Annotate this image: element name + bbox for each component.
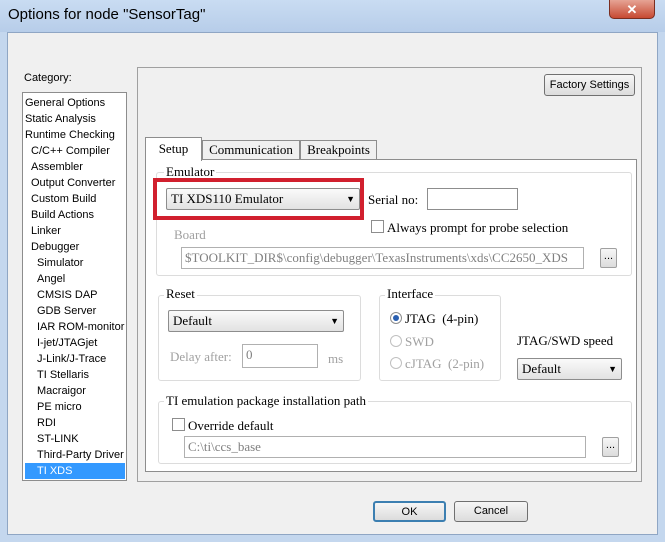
category-item-selected[interactable]: TI XDS <box>25 463 125 479</box>
reset-select[interactable]: Default ▼ <box>168 310 344 332</box>
category-item[interactable]: PE micro <box>37 399 82 415</box>
jtag-swd-speed-select[interactable]: Default ▼ <box>517 358 622 380</box>
category-item[interactable]: Custom Build <box>31 191 96 207</box>
category-item[interactable]: Simulator <box>37 255 83 271</box>
interface-radio-jtag[interactable] <box>390 312 402 324</box>
interface-group-label: Interface <box>385 286 436 302</box>
category-label: Category: <box>24 72 72 84</box>
interface-radio-cjtag[interactable] <box>390 357 402 369</box>
interface-option-cjtag: cJTAG (2-pin) <box>405 356 485 371</box>
board-path-input[interactable]: $TOOLKIT_DIR$\config\debugger\TexasInstr… <box>181 247 584 269</box>
category-item[interactable]: Linker <box>31 223 61 239</box>
ti-emulation-path-input[interactable]: C:\ti\ccs_base <box>184 436 586 458</box>
speed-select-value: Default <box>522 361 561 376</box>
category-item[interactable]: I-jet/JTAGjet <box>37 335 97 351</box>
category-item[interactable]: Assembler <box>31 159 83 175</box>
category-item[interactable]: RDI <box>37 415 56 431</box>
always-prompt-checkbox[interactable] <box>371 220 384 233</box>
category-item[interactable]: CMSIS DAP <box>37 287 98 303</box>
window-title: Options for node "SensorTag" <box>8 6 206 23</box>
category-item[interactable]: ST-LINK <box>37 431 79 447</box>
tab-setup[interactable]: Setup <box>145 137 202 161</box>
emulator-highlight-box <box>153 178 364 220</box>
reset-select-value: Default <box>173 313 212 328</box>
serial-no-label: Serial no: <box>368 192 419 207</box>
category-list[interactable]: General Options Static Analysis Runtime … <box>22 92 127 481</box>
interface-option-swd: SWD <box>405 334 434 349</box>
interface-option-jtag: JTAG (4-pin) <box>405 311 479 326</box>
category-item[interactable]: Static Analysis <box>25 111 96 127</box>
category-item[interactable]: Output Converter <box>31 175 115 191</box>
delay-after-label: Delay after: <box>170 349 232 364</box>
options-dialog: Options for node "SensorTag" ✕ Category:… <box>0 0 665 542</box>
interface-radio-swd[interactable] <box>390 335 402 347</box>
reset-group <box>158 295 361 381</box>
category-item[interactable]: IAR ROM-monitor <box>37 319 124 335</box>
category-item[interactable]: Macraigor <box>37 383 86 399</box>
override-default-label: Override default <box>188 418 274 433</box>
chevron-down-icon: ▼ <box>330 316 339 326</box>
category-item[interactable]: Angel <box>37 271 65 287</box>
override-default-checkbox[interactable] <box>172 418 185 431</box>
category-item[interactable]: TI Stellaris <box>37 367 89 383</box>
close-button[interactable]: ✕ <box>609 0 655 19</box>
serial-no-input[interactable] <box>427 188 518 210</box>
category-item[interactable]: C/C++ Compiler <box>31 143 110 159</box>
category-item[interactable]: Build Actions <box>31 207 94 223</box>
board-label: Board <box>174 227 206 242</box>
tab-communication[interactable]: Communication <box>202 140 300 160</box>
board-browse-button[interactable]: ... <box>600 248 617 268</box>
always-prompt-label: Always prompt for probe selection <box>387 220 569 235</box>
ti-emulation-group-label: TI emulation package installation path <box>164 393 368 409</box>
radio-selected-dot <box>393 315 399 321</box>
delay-unit-label: ms <box>328 351 344 366</box>
category-item[interactable]: Runtime Checking <box>25 127 115 143</box>
ok-button[interactable]: OK <box>373 501 446 522</box>
category-item[interactable]: Debugger <box>31 239 79 255</box>
category-item[interactable]: General Options <box>25 95 105 111</box>
factory-settings-button[interactable]: Factory Settings <box>544 74 635 96</box>
ti-emulation-browse-button[interactable]: ... <box>602 437 619 457</box>
category-item[interactable]: J-Link/J-Trace <box>37 351 106 367</box>
category-item[interactable]: GDB Server <box>37 303 96 319</box>
delay-after-input[interactable]: 0 <box>242 344 318 368</box>
tab-breakpoints[interactable]: Breakpoints <box>300 140 377 160</box>
chevron-down-icon: ▼ <box>608 364 617 374</box>
title-bar: Options for node "SensorTag" ✕ <box>0 0 665 32</box>
jtag-swd-speed-label: JTAG/SWD speed <box>517 333 614 348</box>
cancel-button[interactable]: Cancel <box>454 501 528 522</box>
category-item[interactable]: Third-Party Driver <box>37 447 124 463</box>
reset-group-label: Reset <box>164 286 197 302</box>
